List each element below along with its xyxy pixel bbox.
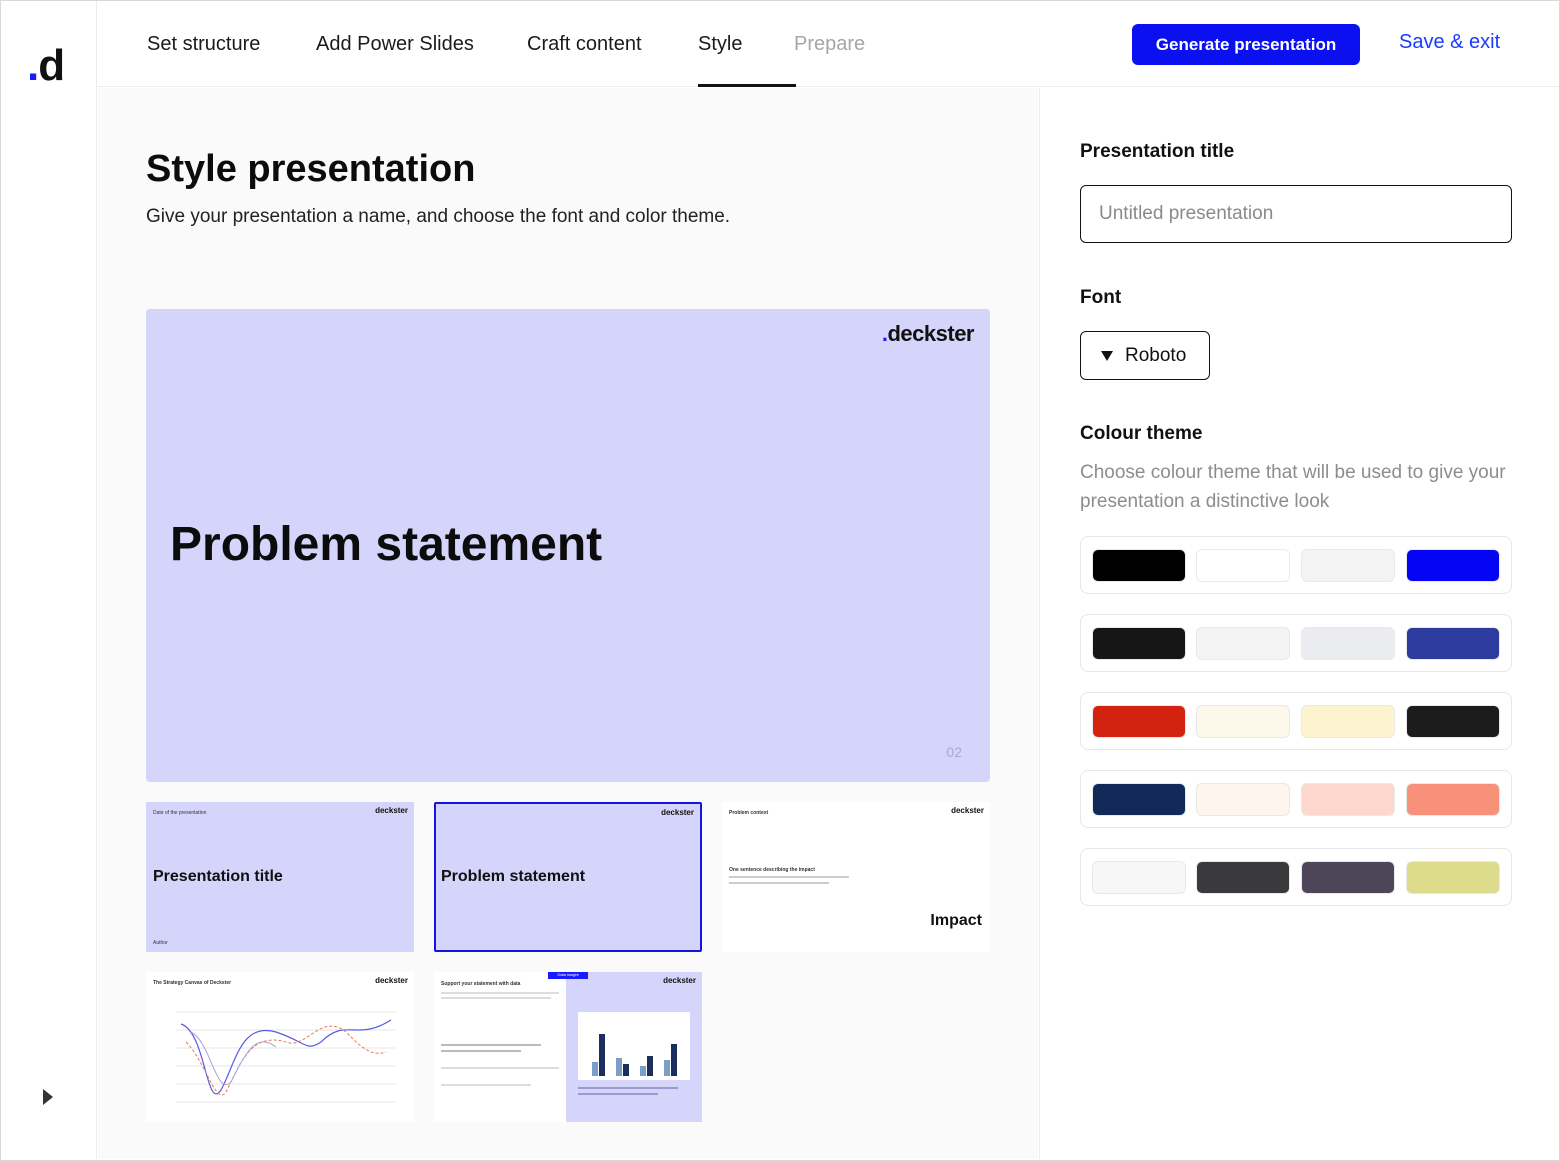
slide-preview: .deckster Problem statement 02 [146, 309, 990, 782]
thumb-brand: deckster [663, 976, 696, 985]
colour-theme-option[interactable] [1080, 692, 1512, 750]
logo-letter: d [38, 41, 65, 90]
thumbnail-strategy-canvas[interactable]: deckster The Strategy Canvas of Deckster [146, 972, 414, 1122]
page-title: Style presentation [146, 148, 476, 190]
thumb-heading: Support your statement with data [441, 981, 521, 987]
thumb-brand: deckster [375, 806, 408, 815]
logo-dot: . [27, 41, 39, 90]
thumb-text-line [441, 1084, 531, 1086]
thumb-sentence: One sentence describing the impact [729, 867, 815, 873]
colour-theme-option[interactable] [1080, 536, 1512, 594]
main-area: Style presentation Give your presentatio… [98, 88, 1038, 1159]
font-label: Font [1080, 287, 1122, 308]
slide-brand-logo: .deckster [881, 321, 975, 346]
colour-theme-description: Choose colour theme that will be used to… [1080, 462, 1506, 512]
colour-swatch [1301, 549, 1395, 582]
colour-swatch [1406, 549, 1500, 582]
thumb-date: Date of the presentation [153, 810, 207, 816]
colour-theme-label: Colour theme [1080, 423, 1203, 444]
presentation-title-input[interactable] [1080, 185, 1512, 243]
colour-swatch [1301, 705, 1395, 738]
step-craft-content[interactable]: Craft content [527, 1, 642, 87]
colour-swatch [1196, 627, 1290, 660]
font-dropdown[interactable]: Roboto [1080, 331, 1210, 380]
thumb-line-chart-graphic [176, 1011, 396, 1103]
colour-swatch [1301, 627, 1395, 660]
thumb-brand: deckster [661, 808, 694, 817]
thumb-text-line [441, 1044, 541, 1046]
settings-panel: Presentation title Font Roboto Colour th… [1039, 88, 1559, 1159]
active-step-indicator [698, 84, 796, 87]
thumb-text-line [578, 1093, 658, 1095]
thumb-text-line [441, 1050, 521, 1052]
colour-theme-option[interactable] [1080, 614, 1512, 672]
thumbnail-problem-statement[interactable]: deckster Problem statement [434, 802, 702, 952]
app-logo[interactable]: .d [27, 41, 65, 91]
thumb-bar-chart-graphic [578, 1012, 690, 1080]
colour-swatch [1092, 627, 1186, 660]
colour-swatch [1406, 705, 1500, 738]
top-nav: Set structure Add Power Slides Craft con… [98, 1, 1559, 87]
colour-swatch [1196, 549, 1290, 582]
dropdown-caret-icon [1101, 350, 1113, 361]
thumb-title: Presentation title [153, 868, 283, 885]
step-style[interactable]: Style [698, 1, 742, 87]
colour-swatch [1196, 705, 1290, 738]
thumb-heading: Problem context [729, 810, 769, 816]
font-selected-value: Roboto [1125, 344, 1187, 366]
generate-presentation-button[interactable]: Generate presentation [1132, 24, 1360, 65]
colour-swatch [1092, 861, 1186, 894]
colour-swatch [1196, 861, 1290, 894]
thumb-text-line [441, 992, 559, 994]
slide-number: 02 [946, 744, 962, 760]
save-exit-link[interactable]: Save & exit [1399, 31, 1500, 54]
thumb-text-line [441, 1067, 559, 1069]
thumb-title: Problem statement [441, 868, 586, 885]
rail-expand-icon[interactable] [43, 1089, 53, 1105]
thumbnail-impact[interactable]: deckster Problem context One sentence de… [722, 802, 990, 952]
colour-swatch [1301, 783, 1395, 816]
colour-swatch [1301, 861, 1395, 894]
step-add-power-slides[interactable]: Add Power Slides [316, 1, 474, 87]
slide-title: Problem statement [170, 518, 603, 571]
colour-swatch [1196, 783, 1290, 816]
colour-swatch [1406, 861, 1500, 894]
page-subtitle: Give your presentation a name, and choos… [146, 206, 731, 227]
thumbnail-presentation-title[interactable]: deckster Date of the presentation Presen… [146, 802, 414, 952]
step-set-structure[interactable]: Set structure [147, 1, 260, 87]
thumb-title: Impact [930, 912, 982, 929]
thumb-author: Author [153, 940, 168, 946]
thumb-text-line [729, 882, 829, 884]
thumbnail-support-data[interactable]: Data insight deckster Support your state… [434, 972, 702, 1122]
presentation-title-label: Presentation title [1080, 141, 1235, 162]
thumb-text-line [441, 997, 551, 999]
colour-theme-option[interactable] [1080, 848, 1512, 906]
thumb-brand: deckster [951, 806, 984, 815]
colour-theme-option[interactable] [1080, 770, 1512, 828]
step-prepare: Prepare [794, 33, 866, 55]
left-rail: .d [1, 1, 97, 1159]
thumb-text-line [729, 876, 849, 878]
colour-swatch [1092, 783, 1186, 816]
thumb-text-line [578, 1087, 678, 1089]
colour-swatch [1406, 627, 1500, 660]
colour-swatch [1092, 549, 1186, 582]
colour-swatch [1406, 783, 1500, 816]
colour-swatch [1092, 705, 1186, 738]
thumb-tag: Data insight [548, 972, 588, 979]
